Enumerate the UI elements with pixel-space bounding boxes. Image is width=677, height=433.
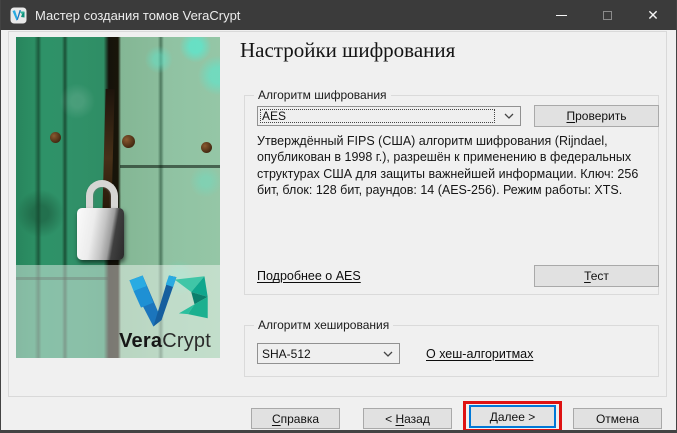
chevron-down-icon xyxy=(498,107,520,125)
window-controls: ✕ xyxy=(538,0,676,30)
bolt xyxy=(201,142,212,153)
verify-button[interactable]: Проверить xyxy=(534,105,659,127)
window-title: Мастер создания томов VeraCrypt xyxy=(35,8,240,23)
encryption-algorithm-select[interactable]: AES xyxy=(257,106,521,126)
hash-info-link[interactable]: О хеш-алгоритмах xyxy=(426,347,533,361)
door-photo: VeraCrypt xyxy=(16,37,220,358)
hash-algorithm-value: SHA-512 xyxy=(258,347,377,361)
brand-band: VeraCrypt xyxy=(16,265,220,358)
bolt xyxy=(122,135,135,148)
more-about-aes-link[interactable]: Подробнее о AES xyxy=(257,269,361,283)
minimize-icon xyxy=(556,15,567,16)
veracrypt-wordmark: VeraCrypt xyxy=(119,331,211,351)
plank-seam xyxy=(120,165,220,168)
page-title: Настройки шифрования xyxy=(240,38,455,63)
dialog-client-area: VeraCrypt Настройки шифрования Алгоритм … xyxy=(1,30,676,430)
close-icon: ✕ xyxy=(647,8,659,22)
help-button[interactable]: Справка xyxy=(251,408,340,429)
encryption-group-label: Алгоритм шифрования xyxy=(254,88,391,102)
padlock-body xyxy=(77,208,124,260)
algorithm-description: Утверждённый FIPS (США) алгоритм шифрова… xyxy=(257,133,661,199)
veracrypt-logo-icon xyxy=(127,273,211,329)
minimize-button[interactable] xyxy=(538,0,584,30)
next-button[interactable]: Далее > xyxy=(469,405,556,428)
veracrypt-app-icon xyxy=(10,7,27,24)
focus-rect xyxy=(260,109,495,123)
maximize-icon xyxy=(603,11,612,20)
veracrypt-wizard-window: Мастер создания томов VeraCrypt ✕ xyxy=(0,0,677,433)
hash-group-label: Алгоритм хеширования xyxy=(254,318,393,332)
benchmark-test-button[interactable]: Тест xyxy=(534,265,659,287)
chevron-down-icon xyxy=(377,344,399,363)
encryption-algorithm-group: Алгоритм шифрования AES Проверить Утверж… xyxy=(244,95,659,295)
cancel-button[interactable]: Отмена xyxy=(573,408,662,429)
bolt xyxy=(50,132,61,143)
hash-algorithm-select[interactable]: SHA-512 xyxy=(257,343,400,364)
back-button[interactable]: < Назад xyxy=(363,408,452,429)
maximize-button xyxy=(584,0,630,30)
close-button[interactable]: ✕ xyxy=(630,0,676,30)
titlebar: Мастер создания томов VeraCrypt ✕ xyxy=(1,0,676,30)
hash-algorithm-group: Алгоритм хеширования SHA-512 О хеш-алгор… xyxy=(244,325,659,377)
